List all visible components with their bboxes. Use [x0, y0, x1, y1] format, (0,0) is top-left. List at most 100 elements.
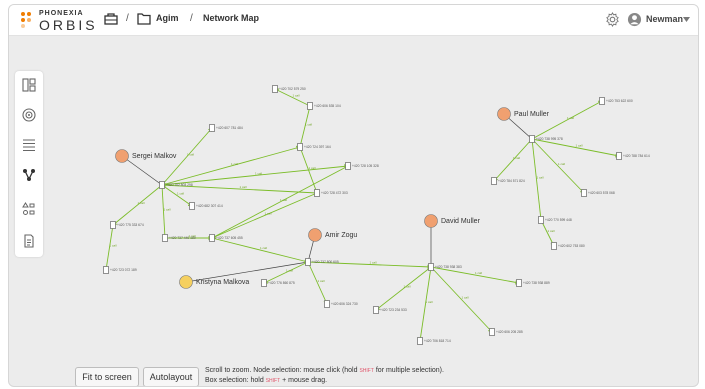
- network-graph[interactable]: 1 call 1 call 1 call 1 call 1 call 1 call 1 ca…: [9, 5, 698, 386]
- hint-key: SHIFT: [265, 378, 281, 384]
- phone-node-icon[interactable]: [324, 300, 330, 308]
- graph-edge[interactable]: [161, 145, 301, 186]
- phone-node-label: +420 737 800 605: [312, 260, 339, 264]
- phone-node-icon[interactable]: [616, 152, 622, 160]
- phone-node-icon[interactable]: [491, 177, 497, 185]
- edge-label: 1 call: [138, 201, 145, 205]
- hint-text: for multiple selection).: [373, 367, 444, 374]
- graph-edge[interactable]: [104, 224, 114, 271]
- phone-node-icon[interactable]: [209, 234, 215, 242]
- edge-label: 1 call: [309, 166, 316, 170]
- phone-node-icon[interactable]: [428, 263, 434, 271]
- graph-edge[interactable]: [375, 266, 432, 311]
- edge-label: 1 call: [404, 285, 411, 289]
- hint-text: Scroll to zoom. Node selection: mouse cl…: [205, 367, 360, 374]
- phone-node-icon[interactable]: [103, 266, 109, 274]
- edge-label: 1 call: [576, 144, 583, 148]
- phone-node-icon[interactable]: [297, 143, 303, 151]
- graph-edge[interactable]: [493, 138, 533, 182]
- graph-edge[interactable]: [299, 146, 318, 194]
- phone-node-icon[interactable]: [162, 234, 168, 242]
- phone-node-icon[interactable]: [489, 328, 495, 336]
- graph-edge[interactable]: [161, 184, 193, 207]
- graph-edge[interactable]: [540, 219, 555, 247]
- list-button[interactable]: [19, 135, 39, 155]
- phone-node-label: +420 770 599 448: [545, 218, 572, 222]
- graph-edge[interactable]: [274, 88, 311, 107]
- edge-label: 1 call: [475, 271, 482, 275]
- phone-node-label: +420 776 860 875: [268, 281, 295, 285]
- graph-edge[interactable]: [531, 138, 543, 221]
- phone-node-icon[interactable]: [417, 337, 423, 345]
- graph-edge[interactable]: [531, 138, 620, 158]
- person-node[interactable]: [115, 149, 129, 163]
- phone-node-icon[interactable]: [305, 258, 311, 266]
- hint-text: + mouse drag.: [280, 377, 328, 384]
- phone-node-label: +420 738 938 383: [435, 265, 462, 269]
- phone-node-label: +420 738 995 378: [536, 137, 563, 141]
- document-button[interactable]: [19, 231, 39, 251]
- hint-key: SHIFT: [359, 368, 374, 374]
- phone-node-icon[interactable]: [110, 221, 116, 229]
- graph-edge[interactable]: [161, 184, 168, 239]
- phone-node-icon[interactable]: [261, 279, 267, 287]
- person-node-label: Sergei Malkov: [132, 153, 177, 160]
- person-node[interactable]: [179, 275, 193, 289]
- edge-label: 1 call: [462, 296, 469, 300]
- network-map-button[interactable]: [19, 165, 39, 185]
- edge-label: 1 call: [513, 156, 520, 160]
- graph-edge[interactable]: [121, 155, 163, 186]
- graph-edge[interactable]: [211, 165, 349, 239]
- phone-node-label: +420 723 234 533: [380, 308, 407, 312]
- person-node[interactable]: [424, 214, 438, 228]
- panels-button[interactable]: [19, 75, 39, 95]
- phone-node-icon[interactable]: [551, 242, 557, 250]
- graph-edge[interactable]: [263, 261, 309, 284]
- graph-edge[interactable]: [299, 105, 312, 148]
- edge-label: 1 call: [240, 185, 247, 189]
- phone-node-icon[interactable]: [314, 189, 320, 197]
- phone-node-label: +420 606 324 730: [331, 302, 358, 306]
- edge-label: 1 call: [567, 116, 574, 120]
- phone-node-icon[interactable]: [272, 85, 278, 93]
- shapes-button[interactable]: [19, 199, 39, 219]
- graph-edge[interactable]: [418, 266, 432, 342]
- phone-node-icon[interactable]: [307, 102, 313, 110]
- phone-node-icon[interactable]: [599, 97, 605, 105]
- edge-label: 1 call: [265, 212, 272, 216]
- phone-node-icon[interactable]: [538, 216, 544, 224]
- phone-node-label: +420 784 571 824: [498, 179, 525, 183]
- graph-edge[interactable]: [211, 192, 318, 239]
- phone-node-icon[interactable]: [345, 162, 351, 170]
- graph-edge[interactable]: [112, 184, 163, 226]
- graph-edge[interactable]: [211, 237, 309, 264]
- edge-label: 1 call: [537, 176, 544, 180]
- graph-edge[interactable]: [161, 164, 349, 186]
- graph-edge[interactable]: [531, 100, 603, 140]
- edge-label: 1 call: [370, 261, 377, 265]
- phone-node-icon[interactable]: [373, 306, 379, 314]
- person-node[interactable]: [308, 228, 322, 242]
- hint-text: Box selection: hold: [205, 377, 266, 384]
- person-node-label: Kristyna Malkova: [196, 279, 249, 286]
- phone-node-icon[interactable]: [189, 202, 195, 210]
- phone-node-icon[interactable]: [159, 181, 165, 189]
- phone-node-icon[interactable]: [529, 135, 535, 143]
- phone-node-label: +420 706 818 714: [424, 339, 451, 343]
- fit-to-screen-button[interactable]: Fit to screen: [75, 367, 139, 386]
- graph-edge[interactable]: [307, 261, 328, 305]
- edge-label: 1 call: [110, 244, 117, 248]
- phone-node-icon[interactable]: [209, 124, 215, 132]
- edge-label: 1 call: [286, 269, 293, 273]
- phone-node-label: +420 737 605 455: [216, 236, 243, 240]
- phone-node-icon[interactable]: [516, 279, 522, 287]
- target-button[interactable]: [19, 105, 39, 125]
- phone-node-label: +420 702 579 250: [279, 87, 306, 91]
- phone-node-icon[interactable]: [581, 189, 587, 197]
- list-icon: [23, 139, 35, 152]
- person-node[interactable]: [497, 107, 511, 121]
- phone-node-label: +420 788 784 614: [623, 154, 650, 158]
- autolayout-button[interactable]: Autolayout: [143, 367, 199, 386]
- phone-node-label: +420 607 781 484: [216, 126, 243, 130]
- phone-node-label: +420 682 307 414: [196, 204, 223, 208]
